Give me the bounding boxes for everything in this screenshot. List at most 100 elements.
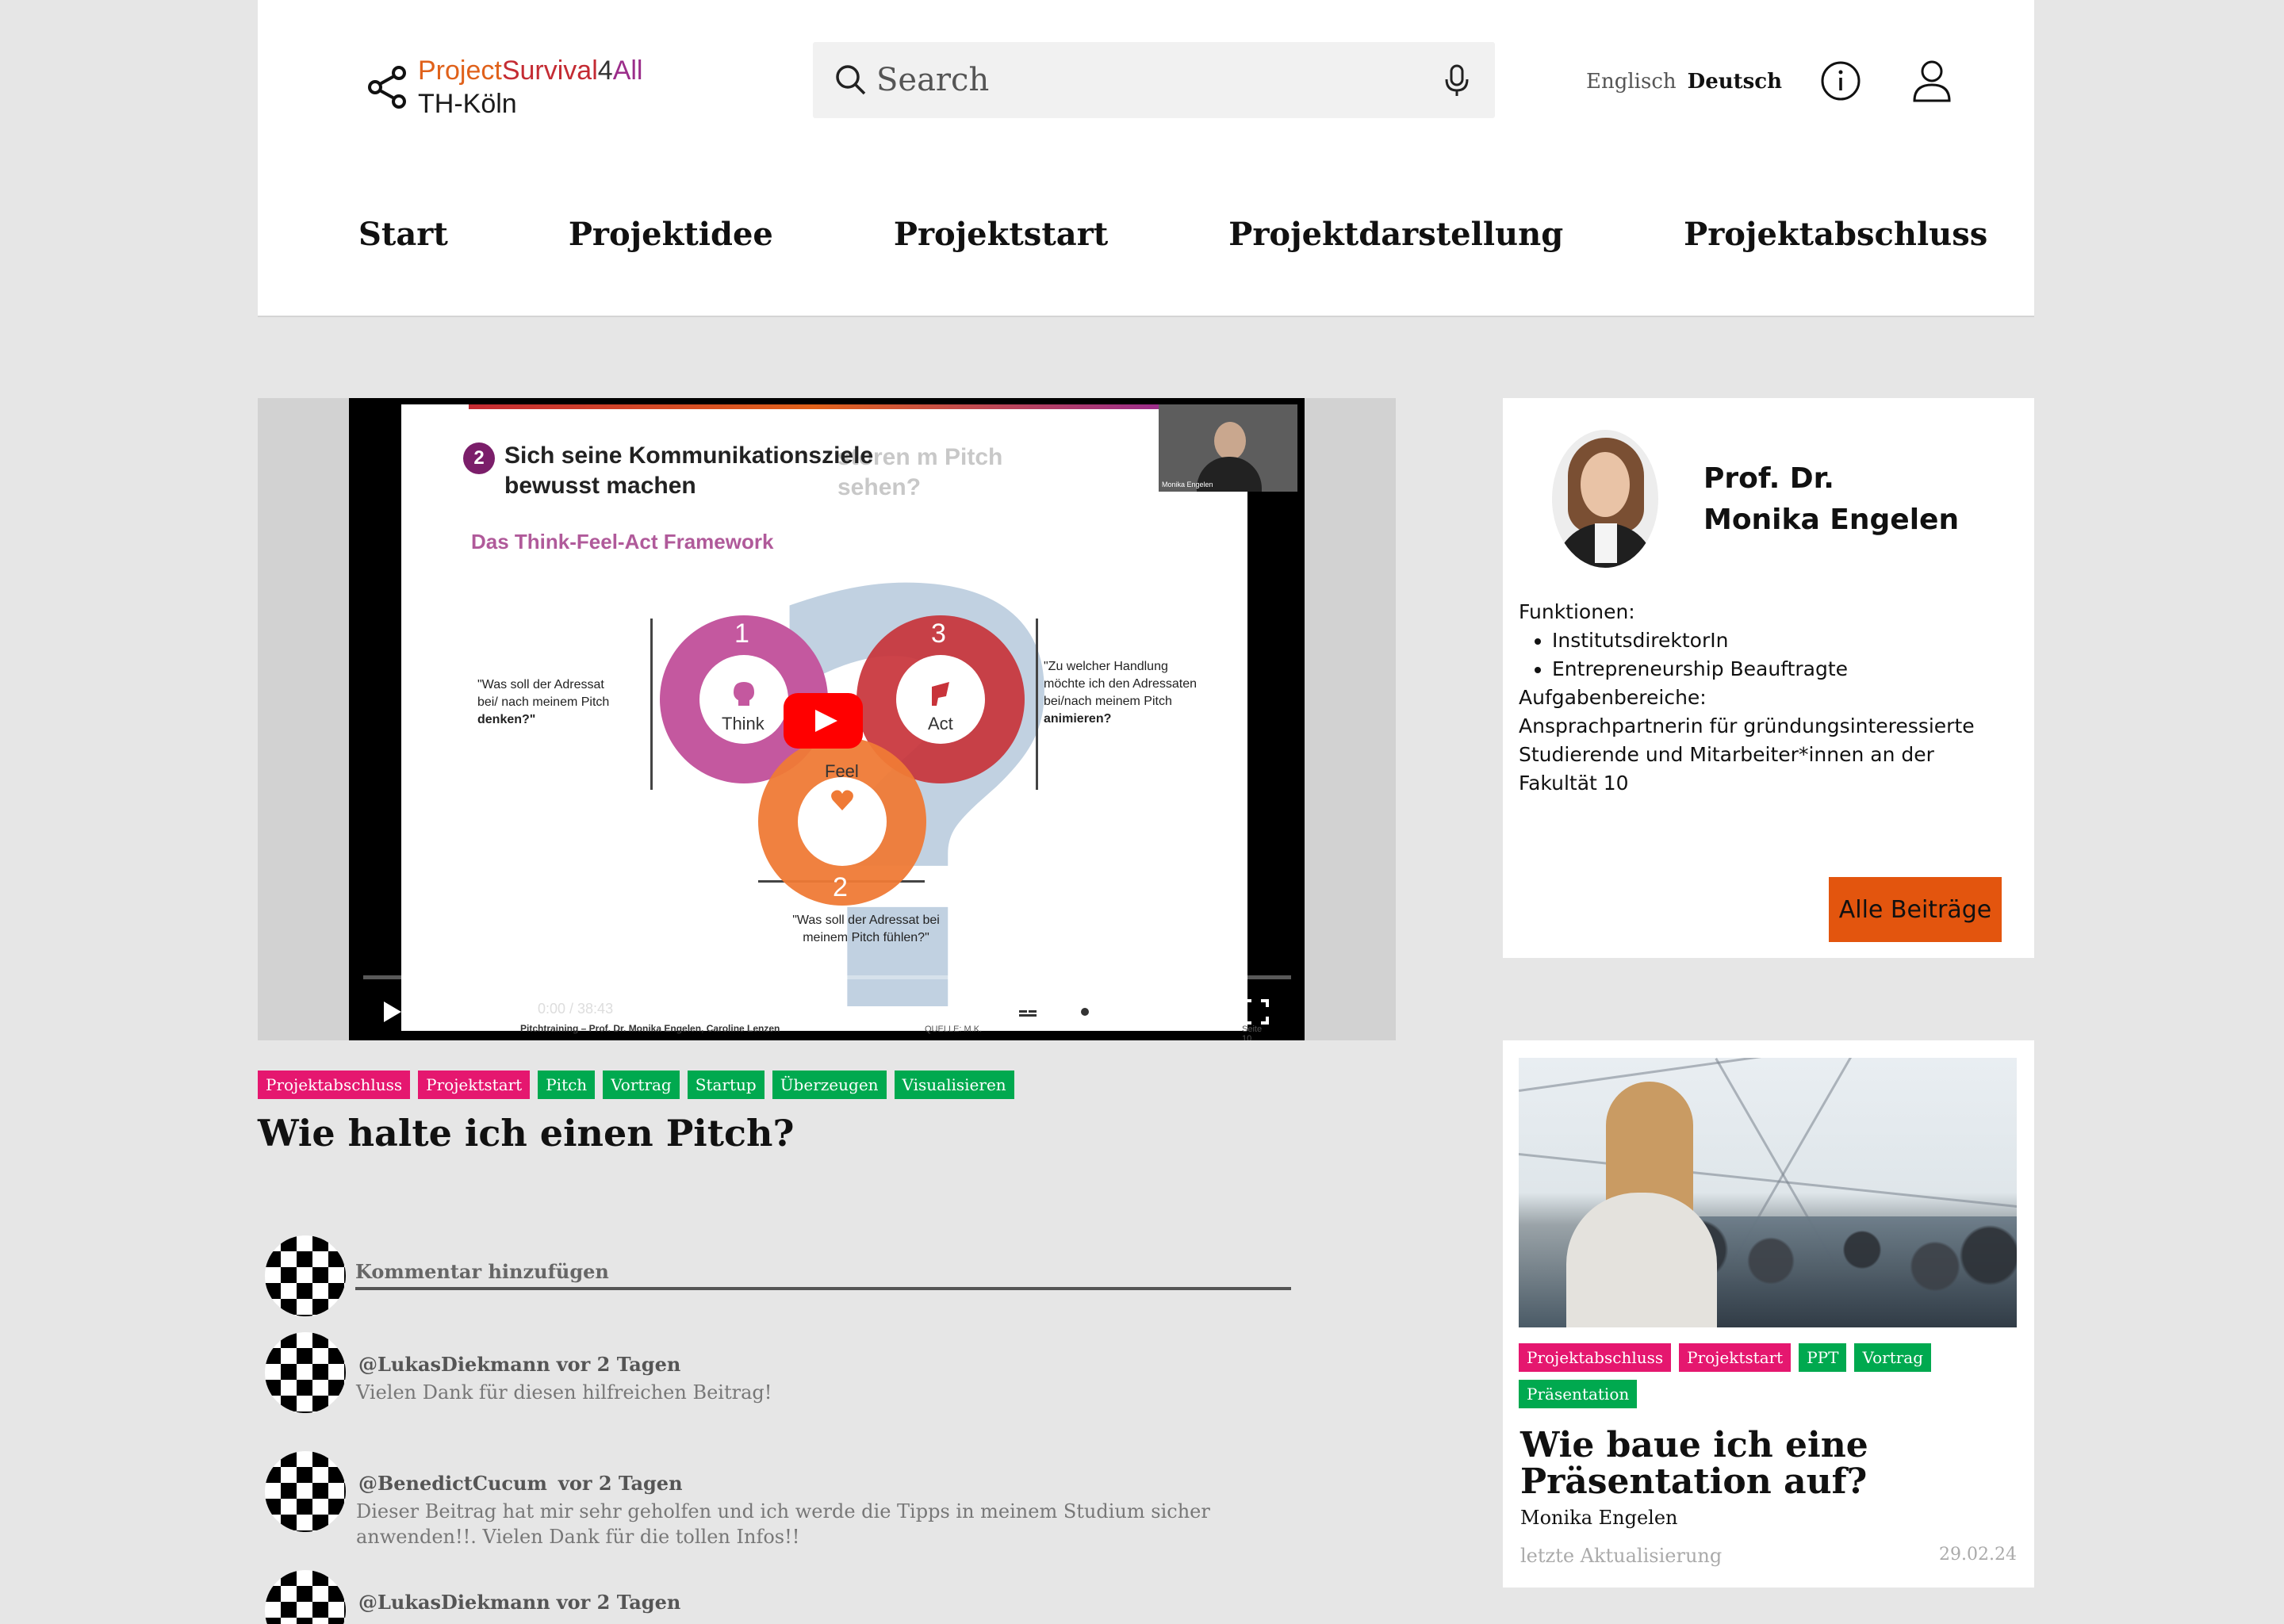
- action-icon: [932, 682, 949, 706]
- tag[interactable]: Vortrag: [1854, 1343, 1932, 1372]
- act-label: Act: [928, 714, 953, 733]
- lang-english[interactable]: Englisch: [1586, 70, 1677, 94]
- feel-label: Feel: [825, 761, 859, 781]
- camera-speaker-head: [1214, 422, 1246, 460]
- video-source: QUELLE: M.K.: [925, 1025, 983, 1034]
- quote-line: animieren?: [1044, 712, 1112, 726]
- post-tags: Projektabschluss Projektstart Pitch Vort…: [258, 1071, 1396, 1099]
- comment-user[interactable]: @BenedictCucum: [358, 1472, 547, 1495]
- tag[interactable]: Projektstart: [418, 1071, 531, 1099]
- author-card: Prof. Dr. Monika Engelen Funktionen: Ins…: [1503, 398, 2034, 958]
- language-switcher: Englisch Deutsch: [1586, 70, 1782, 94]
- slide-title: Sich seine Kommunikationsziele bewusst m…: [504, 442, 874, 499]
- last-updated-date: 29.02.24: [1939, 1545, 2017, 1565]
- play-icon[interactable]: [377, 998, 406, 1026]
- all-posts-button[interactable]: Alle Beiträge: [1829, 877, 2002, 942]
- tag[interactable]: Vortrag: [603, 1071, 680, 1099]
- user-icon[interactable]: [1911, 59, 1953, 103]
- search-icon[interactable]: [834, 63, 868, 98]
- slide-topbar: [469, 404, 1159, 409]
- info-icon[interactable]: [1820, 60, 1861, 102]
- tag[interactable]: Überzeugen: [772, 1071, 887, 1099]
- related-post-title[interactable]: Wie baue ich eine Präsentation auf?: [1520, 1427, 1933, 1500]
- search-bar: [813, 42, 1495, 118]
- tag[interactable]: Visualisieren: [894, 1071, 1014, 1099]
- logo-part: Project: [418, 56, 502, 86]
- main-nav: Start Projektidee Projektstart Projektda…: [358, 216, 1987, 253]
- site-header: ProjectSurvival4All TH-Köln Englisch Deu…: [258, 0, 2034, 317]
- theater-mode-icon[interactable]: [1185, 998, 1213, 1026]
- tag[interactable]: Präsentation: [1519, 1380, 1638, 1408]
- related-post-card[interactable]: Projektabschluss Projektstart PPT Vortra…: [1503, 1040, 2034, 1588]
- youtube-play-button[interactable]: [784, 693, 863, 749]
- video-time: 0:00 / 38:43: [538, 1001, 614, 1017]
- video-credit: Pitchtraining – Prof. Dr. Monika Engelen…: [520, 1023, 780, 1034]
- quote-think: "Was soll der Adressat bei/ nach meinem …: [477, 676, 644, 729]
- avatar: [265, 1332, 346, 1413]
- subtitles-icon[interactable]: [1014, 998, 1042, 1026]
- photo-shirt: [1595, 523, 1617, 563]
- comment-user[interactable]: @LukasDiekmann: [358, 1591, 550, 1614]
- think-number: 1: [734, 619, 749, 649]
- related-post-tags: Projektabschluss Projektstart PPT Vortra…: [1519, 1343, 2018, 1408]
- speaker-camera: Monika Engelen: [1159, 404, 1297, 492]
- comment-header: @BenedictCucum vor 2 Tagen: [358, 1472, 683, 1495]
- functions-list: InstitutsdirektorIn Entrepreneurship Bea…: [1552, 626, 2018, 684]
- functions-label: Funktionen:: [1519, 600, 1635, 623]
- tag[interactable]: Projektabschluss: [258, 1071, 411, 1099]
- nav-projektabschluss[interactable]: Projektabschluss: [1684, 216, 1987, 253]
- comment-time: vor 2 Tagen: [556, 1353, 681, 1376]
- quote-feel: "Was soll der Adressat bei meinem Pitch …: [763, 912, 969, 947]
- quote-line: möchte ich den Adressaten: [1044, 677, 1198, 691]
- nav-projektstart[interactable]: Projektstart: [894, 216, 1108, 253]
- slide-page-number: Seite 10: [1242, 1025, 1263, 1040]
- photo-face: [1581, 452, 1630, 517]
- speaker-body: [1566, 1193, 1717, 1327]
- tag[interactable]: Projektabschluss: [1519, 1343, 1672, 1372]
- slide-number-badge: 2: [463, 442, 495, 474]
- author-info: Funktionen: InstitutsdirektorIn Entrepre…: [1519, 598, 2018, 798]
- comment-user[interactable]: @LukasDiekmann: [358, 1353, 550, 1376]
- comment-time: vor 2 Tagen: [556, 1591, 681, 1614]
- dome-line: [1519, 1153, 2017, 1214]
- logo-part: Survival: [501, 56, 598, 86]
- quote-line: "Was soll der Adressat: [477, 678, 604, 691]
- logo-name: ProjectSurvival4All: [418, 54, 642, 87]
- author-name-line: Monika Engelen: [1703, 504, 1960, 536]
- quote-line: "Was soll der Adressat bei: [792, 914, 940, 927]
- nav-projektdarstellung[interactable]: Projektdarstellung: [1228, 216, 1563, 253]
- lang-german[interactable]: Deutsch: [1688, 70, 1782, 94]
- logo-part: All: [612, 56, 643, 86]
- post-title: Wie halte ich einen Pitch?: [258, 1112, 795, 1155]
- logo-subtitle: TH-Köln: [418, 89, 517, 119]
- video-progress-bar[interactable]: [363, 975, 1291, 979]
- search-input[interactable]: [876, 56, 1416, 104]
- avatar: [265, 1570, 346, 1624]
- video-player[interactable]: ? 2 storen m Pitch sehen? Sich seine Kom…: [349, 398, 1305, 1040]
- tag[interactable]: Projektstart: [1679, 1343, 1792, 1372]
- author-name-line: Prof. Dr.: [1703, 462, 1834, 495]
- slide-subtitle: Das Think-Feel-Act Framework: [471, 530, 774, 553]
- avatar: [265, 1451, 346, 1532]
- fullscreen-icon[interactable]: [1242, 998, 1270, 1026]
- tag[interactable]: Startup: [687, 1071, 765, 1099]
- heart-icon: [831, 790, 853, 810]
- miniplayer-icon[interactable]: [1128, 998, 1156, 1026]
- tag[interactable]: Pitch: [538, 1071, 596, 1099]
- nav-start[interactable]: Start: [358, 216, 448, 253]
- camera-label: Monika Engelen: [1162, 481, 1213, 488]
- comment-header: @LukasDiekmann vor 2 Tagen: [358, 1591, 680, 1614]
- add-comment-input[interactable]: [355, 1255, 1291, 1290]
- nav-projektidee[interactable]: Projektidee: [569, 216, 773, 253]
- areas-label: Aufgabenbereiche:: [1519, 686, 1707, 709]
- next-icon[interactable]: [433, 998, 462, 1026]
- video-container: ? 2 storen m Pitch sehen? Sich seine Kom…: [258, 398, 1396, 1040]
- microphone-icon[interactable]: [1443, 64, 1471, 98]
- volume-icon[interactable]: [484, 998, 512, 1026]
- settings-icon[interactable]: [1071, 998, 1099, 1026]
- act-number: 3: [931, 619, 946, 649]
- share-icon: [368, 66, 406, 109]
- related-post-image: [1519, 1058, 2017, 1327]
- tag[interactable]: PPT: [1799, 1343, 1847, 1372]
- site-logo[interactable]: ProjectSurvival4All TH-Köln: [366, 54, 642, 121]
